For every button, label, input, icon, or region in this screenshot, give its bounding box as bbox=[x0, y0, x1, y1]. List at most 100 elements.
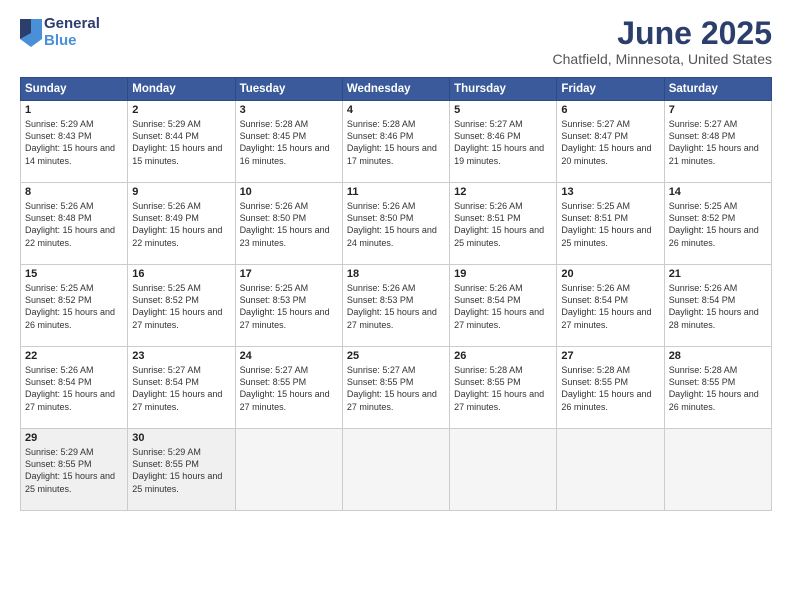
cell-info: Sunrise: 5:25 AMSunset: 8:52 PMDaylight:… bbox=[669, 201, 759, 247]
calendar-cell: 1 Sunrise: 5:29 AMSunset: 8:43 PMDaylight… bbox=[21, 101, 128, 183]
calendar-cell bbox=[557, 429, 664, 511]
calendar-cell: 21 Sunrise: 5:26 AMSunset: 8:54 PMDayligh… bbox=[664, 265, 771, 347]
calendar-cell: 17 Sunrise: 5:25 AMSunset: 8:53 PMDayligh… bbox=[235, 265, 342, 347]
calendar-cell: 16Sunrise: 5:25 AMSunset: 8:52 PMDayligh… bbox=[128, 265, 235, 347]
day-number: 13 bbox=[561, 186, 659, 198]
day-number: 22 bbox=[25, 350, 123, 362]
cell-info: Sunrise: 5:29 AMSunset: 8:55 PMDaylight:… bbox=[132, 447, 222, 493]
cell-info: Sunrise: 5:25 AMSunset: 8:52 PMDaylight:… bbox=[132, 283, 222, 329]
calendar-body: 1 Sunrise: 5:29 AMSunset: 8:43 PMDaylight… bbox=[21, 101, 772, 511]
cell-info: Sunrise: 5:26 AMSunset: 8:54 PMDaylight:… bbox=[25, 365, 115, 411]
cell-info: Sunrise: 5:26 AMSunset: 8:50 PMDaylight:… bbox=[240, 201, 330, 247]
day-number: 1 bbox=[25, 104, 123, 116]
cell-info: Sunrise: 5:27 AMSunset: 8:46 PMDaylight:… bbox=[454, 119, 544, 165]
cell-info: Sunrise: 5:26 AMSunset: 8:54 PMDaylight:… bbox=[669, 283, 759, 329]
subtitle: Chatfield, Minnesota, United States bbox=[553, 51, 772, 67]
calendar-cell: 3Sunrise: 5:28 AMSunset: 8:45 PMDaylight… bbox=[235, 101, 342, 183]
col-wednesday: Wednesday bbox=[342, 78, 449, 101]
day-number: 27 bbox=[561, 350, 659, 362]
logo-general: General bbox=[44, 16, 100, 33]
cell-info: Sunrise: 5:26 AMSunset: 8:54 PMDaylight:… bbox=[454, 283, 544, 329]
calendar-cell: 14 Sunrise: 5:25 AMSunset: 8:52 PMDayligh… bbox=[664, 183, 771, 265]
calendar-cell: 24 Sunrise: 5:27 AMSunset: 8:55 PMDayligh… bbox=[235, 347, 342, 429]
calendar-cell: 12Sunrise: 5:26 AMSunset: 8:51 PMDayligh… bbox=[450, 183, 557, 265]
cell-info: Sunrise: 5:27 AMSunset: 8:55 PMDaylight:… bbox=[240, 365, 330, 411]
calendar-cell: 4 Sunrise: 5:28 AMSunset: 8:46 PMDaylight… bbox=[342, 101, 449, 183]
day-number: 4 bbox=[347, 104, 445, 116]
day-number: 24 bbox=[240, 350, 338, 362]
calendar-cell: 30 Sunrise: 5:29 AMSunset: 8:55 PMDayligh… bbox=[128, 429, 235, 511]
cell-info: Sunrise: 5:28 AMSunset: 8:55 PMDaylight:… bbox=[454, 365, 544, 411]
day-number: 8 bbox=[25, 186, 123, 198]
header-row: Sunday Monday Tuesday Wednesday Thursday… bbox=[21, 78, 772, 101]
calendar-cell: 20Sunrise: 5:26 AMSunset: 8:54 PMDayligh… bbox=[557, 265, 664, 347]
calendar-cell bbox=[664, 429, 771, 511]
calendar-cell: 19Sunrise: 5:26 AMSunset: 8:54 PMDayligh… bbox=[450, 265, 557, 347]
logo-text: General Blue bbox=[44, 16, 100, 49]
calendar-cell: 13 Sunrise: 5:25 AMSunset: 8:51 PMDayligh… bbox=[557, 183, 664, 265]
header: General Blue June 2025 Chatfield, Minnes… bbox=[20, 16, 772, 67]
day-number: 11 bbox=[347, 186, 445, 198]
calendar-cell: 10 Sunrise: 5:26 AMSunset: 8:50 PMDayligh… bbox=[235, 183, 342, 265]
cell-info: Sunrise: 5:26 AMSunset: 8:49 PMDaylight:… bbox=[132, 201, 222, 247]
calendar-cell: 6Sunrise: 5:27 AMSunset: 8:47 PMDaylight… bbox=[557, 101, 664, 183]
calendar-cell: 27 Sunrise: 5:28 AMSunset: 8:55 PMDayligh… bbox=[557, 347, 664, 429]
day-number: 17 bbox=[240, 268, 338, 280]
day-number: 28 bbox=[669, 350, 767, 362]
day-number: 7 bbox=[669, 104, 767, 116]
cell-info: Sunrise: 5:27 AMSunset: 8:47 PMDaylight:… bbox=[561, 119, 651, 165]
calendar-week-4: 22 Sunrise: 5:26 AMSunset: 8:54 PMDayligh… bbox=[21, 347, 772, 429]
day-number: 25 bbox=[347, 350, 445, 362]
calendar-cell: 29Sunrise: 5:29 AMSunset: 8:55 PMDayligh… bbox=[21, 429, 128, 511]
cell-info: Sunrise: 5:25 AMSunset: 8:51 PMDaylight:… bbox=[561, 201, 651, 247]
day-number: 2 bbox=[132, 104, 230, 116]
day-number: 3 bbox=[240, 104, 338, 116]
col-monday: Monday bbox=[128, 78, 235, 101]
logo-blue: Blue bbox=[44, 33, 100, 50]
cell-info: Sunrise: 5:28 AMSunset: 8:55 PMDaylight:… bbox=[561, 365, 651, 411]
day-number: 18 bbox=[347, 268, 445, 280]
calendar-cell: 8 Sunrise: 5:26 AMSunset: 8:48 PMDaylight… bbox=[21, 183, 128, 265]
calendar-cell: 26Sunrise: 5:28 AMSunset: 8:55 PMDayligh… bbox=[450, 347, 557, 429]
day-number: 20 bbox=[561, 268, 659, 280]
cell-info: Sunrise: 5:26 AMSunset: 8:53 PMDaylight:… bbox=[347, 283, 437, 329]
cell-info: Sunrise: 5:29 AMSunset: 8:44 PMDaylight:… bbox=[132, 119, 222, 165]
main-title: June 2025 bbox=[553, 16, 772, 51]
calendar-cell bbox=[235, 429, 342, 511]
calendar-cell bbox=[450, 429, 557, 511]
cell-info: Sunrise: 5:25 AMSunset: 8:52 PMDaylight:… bbox=[25, 283, 115, 329]
cell-info: Sunrise: 5:25 AMSunset: 8:53 PMDaylight:… bbox=[240, 283, 330, 329]
day-number: 10 bbox=[240, 186, 338, 198]
col-tuesday: Tuesday bbox=[235, 78, 342, 101]
cell-info: Sunrise: 5:28 AMSunset: 8:46 PMDaylight:… bbox=[347, 119, 437, 165]
calendar-cell: 28Sunrise: 5:28 AMSunset: 8:55 PMDayligh… bbox=[664, 347, 771, 429]
calendar-week-1: 1 Sunrise: 5:29 AMSunset: 8:43 PMDaylight… bbox=[21, 101, 772, 183]
cell-info: Sunrise: 5:27 AMSunset: 8:55 PMDaylight:… bbox=[347, 365, 437, 411]
calendar-week-5: 29 Sunrise: 5:29 AMSunset: 8:55 PMDayligh… bbox=[21, 429, 772, 511]
day-number: 9 bbox=[132, 186, 230, 198]
cell-info: Sunrise: 5:26 AMSunset: 8:51 PMDaylight:… bbox=[454, 201, 544, 247]
day-number: 14 bbox=[669, 186, 767, 198]
page: General Blue June 2025 Chatfield, Minnes… bbox=[0, 0, 792, 612]
cell-info: Sunrise: 5:27 AMSunset: 8:54 PMDaylight:… bbox=[132, 365, 222, 411]
calendar-cell: 2 Sunrise: 5:29 AMSunset: 8:44 PMDaylight… bbox=[128, 101, 235, 183]
day-number: 15 bbox=[25, 268, 123, 280]
col-sunday: Sunday bbox=[21, 78, 128, 101]
day-number: 21 bbox=[669, 268, 767, 280]
calendar-cell: 25 Sunrise: 5:27 AMSunset: 8:55 PMDayligh… bbox=[342, 347, 449, 429]
calendar-cell: 11 Sunrise: 5:26 AMSunset: 8:50 PMDayligh… bbox=[342, 183, 449, 265]
calendar-cell: 5Sunrise: 5:27 AMSunset: 8:46 PMDaylight… bbox=[450, 101, 557, 183]
calendar-header: Sunday Monday Tuesday Wednesday Thursday… bbox=[21, 78, 772, 101]
calendar-cell: 7Sunrise: 5:27 AMSunset: 8:48 PMDaylight… bbox=[664, 101, 771, 183]
calendar-cell bbox=[342, 429, 449, 511]
col-saturday: Saturday bbox=[664, 78, 771, 101]
calendar-cell: 23Sunrise: 5:27 AMSunset: 8:54 PMDayligh… bbox=[128, 347, 235, 429]
day-number: 29 bbox=[25, 432, 123, 444]
calendar-week-3: 15 Sunrise: 5:25 AMSunset: 8:52 PMDayligh… bbox=[21, 265, 772, 347]
title-block: June 2025 Chatfield, Minnesota, United S… bbox=[553, 16, 772, 67]
cell-info: Sunrise: 5:29 AMSunset: 8:43 PMDaylight:… bbox=[25, 119, 115, 165]
logo: General Blue bbox=[20, 16, 100, 49]
day-number: 30 bbox=[132, 432, 230, 444]
cell-info: Sunrise: 5:26 AMSunset: 8:50 PMDaylight:… bbox=[347, 201, 437, 247]
cell-info: Sunrise: 5:26 AMSunset: 8:48 PMDaylight:… bbox=[25, 201, 115, 247]
